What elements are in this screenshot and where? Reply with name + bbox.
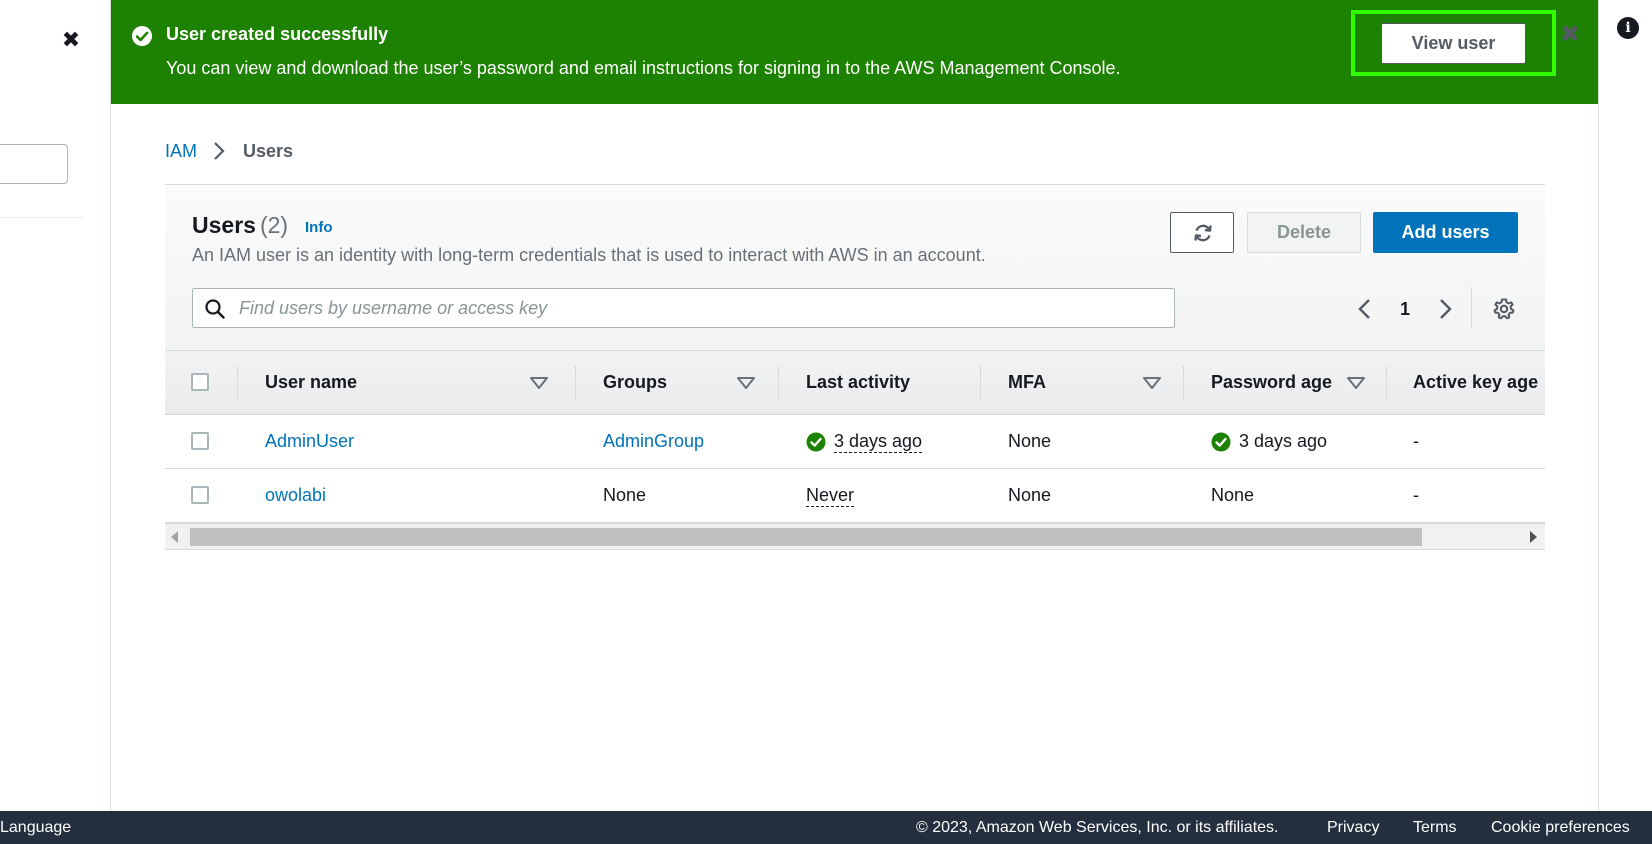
users-count: (2) xyxy=(259,212,289,238)
check-circle-icon xyxy=(806,432,826,451)
sort-caret-icon[interactable] xyxy=(737,377,755,389)
console-footer: Language © 2023, Amazon Web Services, In… xyxy=(0,811,1652,844)
terms-link[interactable]: Terms xyxy=(1413,819,1457,837)
sort-caret-icon[interactable] xyxy=(1347,377,1365,389)
breadcrumb-iam-link[interactable]: IAM xyxy=(165,141,197,162)
scroll-left-arrow-icon[interactable] xyxy=(171,531,178,543)
close-navigation-icon[interactable]: ✖ xyxy=(59,28,83,52)
language-selector[interactable]: Language xyxy=(0,819,71,837)
groups-value: None xyxy=(603,485,647,505)
check-circle-icon xyxy=(1211,432,1231,451)
column-header-active-key-age[interactable]: Active key age xyxy=(1413,351,1545,414)
last-activity-value[interactable]: 3 days ago xyxy=(834,430,923,453)
dismiss-flash-icon[interactable]: ✖ xyxy=(1557,20,1583,50)
column-header-groups[interactable]: Groups xyxy=(603,351,773,414)
refresh-icon xyxy=(1194,224,1212,242)
privacy-link[interactable]: Privacy xyxy=(1327,819,1379,837)
sort-caret-icon[interactable] xyxy=(1143,377,1161,389)
column-divider xyxy=(575,366,576,400)
sort-caret-icon[interactable] xyxy=(530,377,548,389)
breadcrumb-current: Users xyxy=(243,140,294,161)
chevron-right-icon[interactable] xyxy=(1433,295,1457,323)
row-checkbox[interactable] xyxy=(191,432,209,450)
active-key-age-value: - xyxy=(1413,431,1419,451)
navigation-filter-input[interactable] xyxy=(0,144,68,184)
page-title: Users (2) xyxy=(192,212,288,239)
gear-icon[interactable] xyxy=(1492,297,1516,321)
table-row: owolabi None Never None None - xyxy=(165,469,1545,523)
pagination-divider xyxy=(1471,287,1472,329)
search-field[interactable] xyxy=(192,288,1175,328)
chevron-left-icon[interactable] xyxy=(1353,295,1377,323)
column-header-last-activity[interactable]: Last activity xyxy=(806,351,976,414)
table-header-row: User name Groups Last activity MFA Passw… xyxy=(165,350,1545,415)
breadcrumb: IAM Users xyxy=(165,138,293,164)
scroll-right-arrow-icon[interactable] xyxy=(1530,531,1537,543)
side-navigation: ✖ xyxy=(0,0,111,811)
table-header-panel: Users (2) Info An IAM user is an identity… xyxy=(165,185,1545,350)
group-link[interactable]: AdminGroup xyxy=(603,415,704,468)
column-header-password-age[interactable]: Password age xyxy=(1211,351,1381,414)
users-title: Users xyxy=(192,212,256,238)
column-divider xyxy=(237,366,238,400)
column-divider xyxy=(778,366,779,400)
row-checkbox[interactable] xyxy=(191,486,209,504)
column-divider xyxy=(980,366,981,400)
add-users-button[interactable]: Add users xyxy=(1373,212,1518,253)
check-circle-icon xyxy=(132,26,152,46)
users-description: An IAM user is an identity with long-ter… xyxy=(192,245,986,265)
column-divider xyxy=(1386,366,1387,400)
active-key-age-value: - xyxy=(1413,485,1419,505)
info-icon[interactable]: i xyxy=(1617,17,1639,39)
table-row: AdminUser AdminGroup 3 days ago None 3 d… xyxy=(165,415,1545,469)
delete-button[interactable]: Delete xyxy=(1247,212,1361,253)
refresh-button[interactable] xyxy=(1170,212,1234,253)
scrollbar-thumb[interactable] xyxy=(190,528,1422,546)
search-icon xyxy=(205,299,225,319)
column-label: Last activity xyxy=(806,372,911,392)
column-label: MFA xyxy=(1008,372,1046,392)
password-age-value: None xyxy=(1211,485,1255,505)
column-label: Active key age xyxy=(1413,372,1539,392)
users-table-container: Users (2) Info An IAM user is an identity… xyxy=(165,184,1545,550)
column-divider xyxy=(1183,366,1184,400)
column-header-user-name[interactable]: User name xyxy=(265,351,548,414)
search-input[interactable] xyxy=(239,295,1159,321)
success-flashbar: User created successfully You can view a… xyxy=(111,0,1598,104)
column-header-mfa[interactable]: MFA xyxy=(1008,351,1188,414)
view-user-button[interactable]: View user xyxy=(1381,23,1526,64)
mfa-value: None xyxy=(1008,485,1052,505)
user-name-link[interactable]: AdminUser xyxy=(265,415,354,468)
cookie-preferences-link[interactable]: Cookie preferences xyxy=(1491,819,1630,837)
chevron-right-icon xyxy=(214,142,225,160)
flash-message: You can view and download the user’s pas… xyxy=(166,58,1121,78)
column-label: Password age xyxy=(1211,372,1333,392)
column-label: User name xyxy=(265,372,358,392)
horizontal-scrollbar[interactable] xyxy=(165,523,1545,550)
page-number[interactable]: 1 xyxy=(1393,295,1417,323)
password-age-value: 3 days ago xyxy=(1239,431,1328,451)
mfa-value: None xyxy=(1008,431,1052,451)
select-all-checkbox[interactable] xyxy=(191,373,209,391)
copyright-text: © 2023, Amazon Web Services, Inc. or its… xyxy=(916,819,1279,836)
navigation-divider xyxy=(0,217,84,218)
last-activity-value[interactable]: Never xyxy=(806,484,855,507)
column-label: Groups xyxy=(603,372,668,392)
tools-rail: i xyxy=(1598,0,1652,811)
info-link[interactable]: Info xyxy=(305,219,333,236)
flash-title: User created successfully xyxy=(166,24,389,44)
user-name-link[interactable]: owolabi xyxy=(265,469,326,522)
